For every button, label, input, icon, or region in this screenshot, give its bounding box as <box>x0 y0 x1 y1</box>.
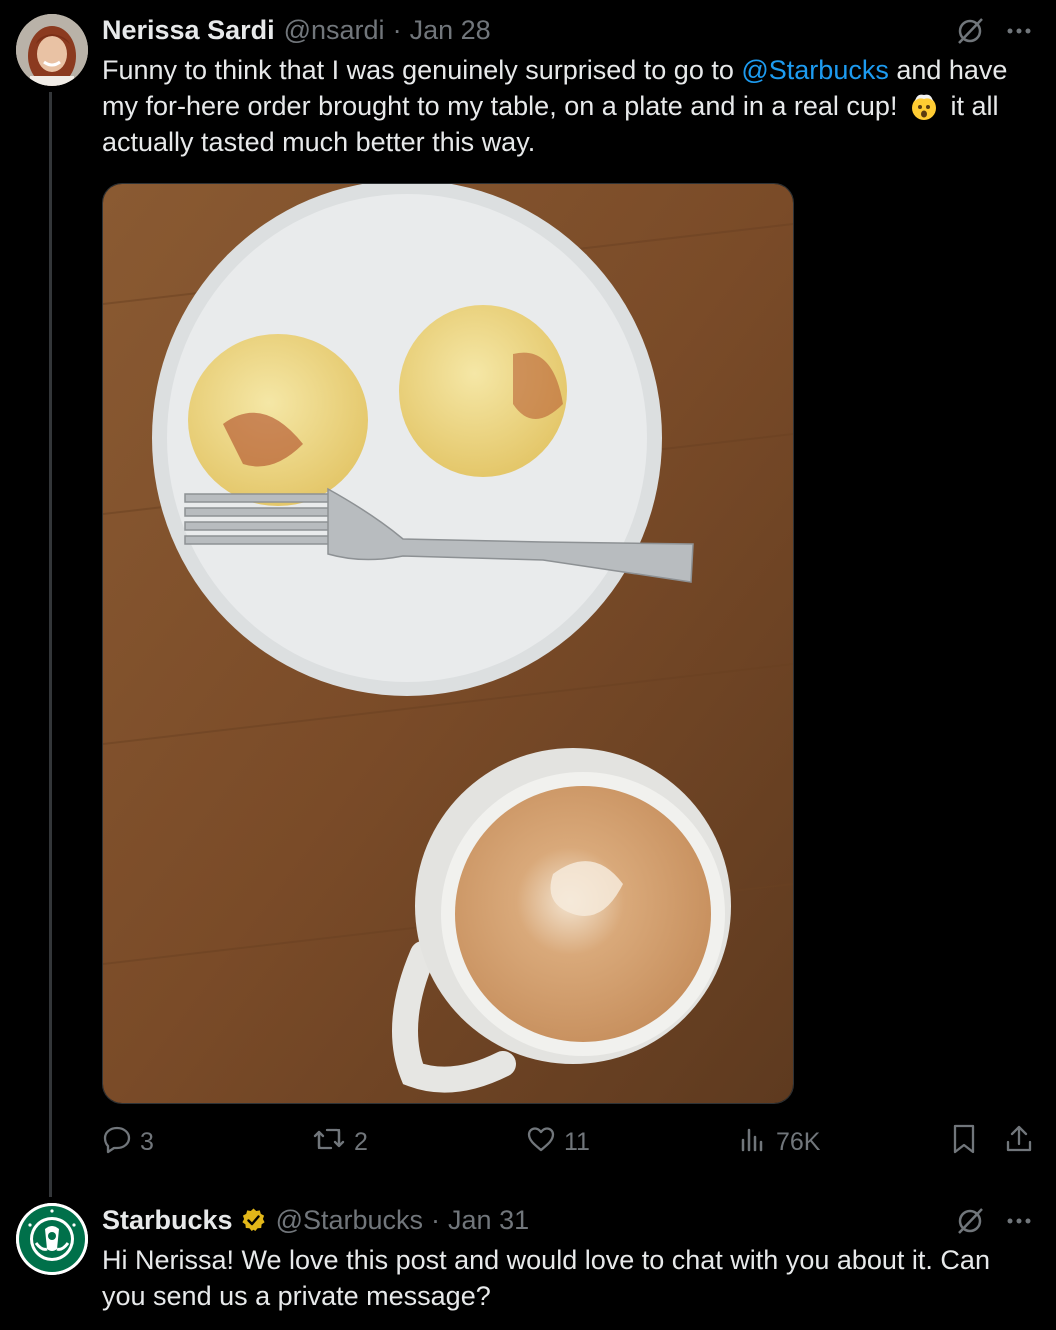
bookmark-button[interactable] <box>950 1124 978 1160</box>
grok-icon[interactable] <box>954 1205 986 1242</box>
repost-icon <box>312 1124 346 1161</box>
reply-top-actions <box>954 1205 1034 1242</box>
thread-connector-line <box>49 92 52 1197</box>
grok-icon[interactable] <box>954 15 986 52</box>
author-handle[interactable]: @nsardi <box>284 15 385 46</box>
bookmark-icon <box>950 1123 978 1162</box>
starbucks-avatar[interactable] <box>16 1203 88 1275</box>
reply-count: 3 <box>140 1127 154 1156</box>
tweet-text-part: Funny to think that I was genuinely surp… <box>102 55 742 85</box>
reply-date[interactable]: Jan 31 <box>448 1205 529 1236</box>
meta-separator: · <box>431 1204 441 1235</box>
reply-author-name[interactable]: Starbucks <box>102 1205 233 1236</box>
mention-link[interactable]: @Starbucks <box>741 55 888 85</box>
heart-icon <box>526 1124 556 1161</box>
more-icon[interactable] <box>1004 1206 1034 1241</box>
like-count: 11 <box>564 1127 590 1156</box>
tweet-date[interactable]: Jan 28 <box>410 15 491 46</box>
views-count: 76K <box>776 1127 821 1156</box>
tweet-photo[interactable] <box>102 183 794 1104</box>
repost-count: 2 <box>354 1127 368 1156</box>
reply-header: Starbucks @Starbucks · Jan 31 <box>102 1203 529 1237</box>
views-icon <box>738 1124 768 1161</box>
share-icon <box>1004 1123 1034 1162</box>
repost-button[interactable]: 2 <box>312 1124 368 1160</box>
reply-icon <box>102 1124 132 1161</box>
avatar[interactable] <box>16 14 88 86</box>
verified-badge-icon[interactable] <box>240 1207 267 1234</box>
author-name[interactable]: Nerissa Sardi <box>102 15 275 46</box>
tweet-header: Nerissa Sardi @nsardi · Jan 28 <box>102 13 491 47</box>
share-button[interactable] <box>1004 1124 1034 1160</box>
reply-text: Hi Nerissa! We love this post and would … <box>102 1245 990 1311</box>
tweet-text: Funny to think that I was genuinely surp… <box>102 52 1037 160</box>
tweet-top-actions <box>954 15 1034 52</box>
reply-button[interactable]: 3 <box>102 1124 154 1160</box>
views-button[interactable]: 76K <box>738 1124 820 1160</box>
more-icon[interactable] <box>1004 16 1034 51</box>
exploding-head-emoji <box>909 91 939 121</box>
like-button[interactable]: 11 <box>526 1124 590 1160</box>
reply-author-handle[interactable]: @Starbucks <box>276 1205 423 1236</box>
meta-separator: · <box>392 14 402 45</box>
